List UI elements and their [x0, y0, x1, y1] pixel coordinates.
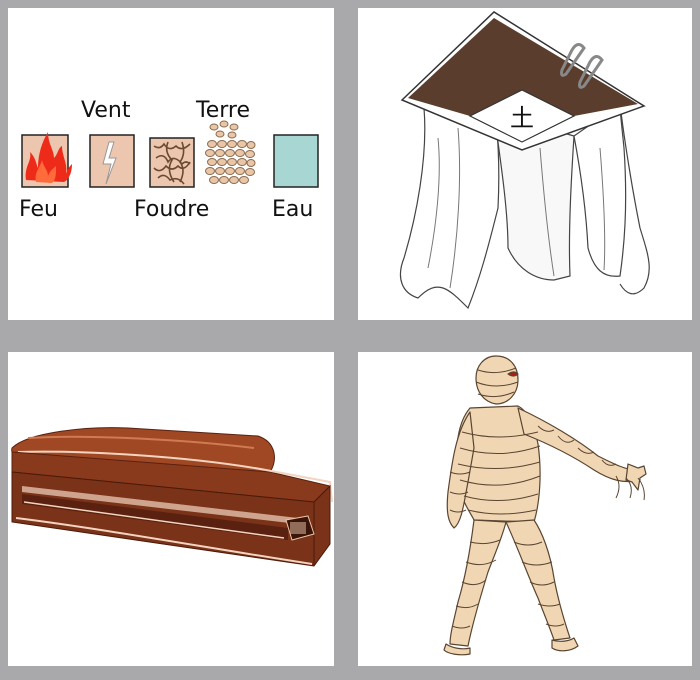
coffin-illustration	[11, 427, 333, 567]
mummy	[443, 355, 647, 656]
shrine-panel: 土	[358, 8, 692, 320]
elements-panel: Vent Terre Feu Foudre Eau	[8, 8, 334, 320]
mummy-panel	[358, 352, 692, 666]
pebbles-icon	[205, 120, 256, 184]
roof-symbol: 土	[510, 104, 534, 132]
label-vent: Vent	[81, 98, 131, 123]
coffin-panel	[8, 352, 334, 666]
crumpled-paper-icon	[149, 137, 195, 188]
label-feu: Feu	[19, 197, 58, 222]
mummy-illustration	[443, 355, 647, 656]
fire-icon	[21, 132, 73, 188]
shrine-illustration: 土	[399, 11, 650, 310]
coffin	[11, 427, 333, 567]
lightning-icon	[89, 134, 135, 188]
water-icon	[273, 134, 319, 188]
label-eau: Eau	[272, 197, 314, 222]
label-foudre: Foudre	[134, 197, 210, 222]
label-terre: Terre	[196, 98, 250, 123]
elements-illustration	[21, 120, 319, 188]
